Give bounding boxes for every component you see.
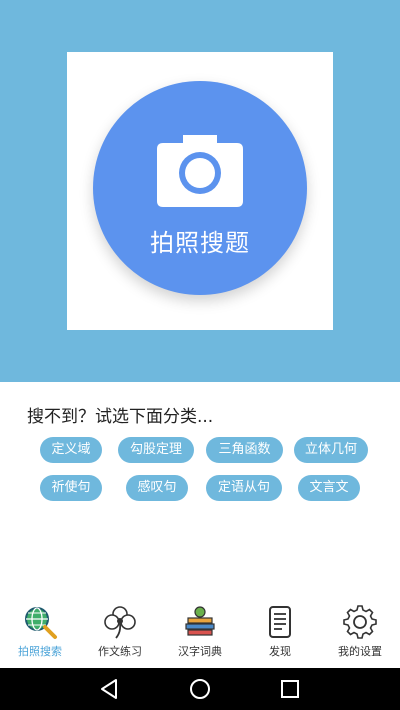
system-nav-bar — [0, 668, 400, 710]
app-root: 拍照搜题 搜不到？试选下面分类... 定义域 勾股定理 三角函数 立体几何 祈使… — [0, 0, 400, 710]
tab-chinese-dictionary[interactable]: 汉字词典 — [160, 598, 240, 660]
photo-search-button[interactable]: 拍照搜题 — [93, 81, 307, 295]
hero-banner: 拍照搜题 — [0, 0, 400, 382]
category-chip[interactable]: 三角函数 — [206, 437, 283, 463]
books-icon — [185, 606, 215, 636]
photo-search-label: 拍照搜题 — [150, 229, 250, 257]
tab-label: 汉字词典 — [178, 645, 222, 658]
tab-label: 拍照搜索 — [18, 645, 62, 658]
category-chip[interactable]: 定义域 — [40, 437, 102, 463]
tab-label: 我的设置 — [338, 645, 382, 658]
category-chip[interactable]: 立体几何 — [294, 437, 368, 463]
photo-search-card: 拍照搜题 — [67, 52, 333, 330]
category-chip[interactable]: 文言文 — [298, 475, 360, 501]
recents-icon[interactable] — [278, 677, 302, 701]
tab-discover[interactable]: 发现 — [240, 598, 320, 660]
tab-label: 作文练习 — [98, 645, 142, 658]
gear-icon — [343, 605, 377, 639]
category-chip[interactable]: 祈使句 — [40, 475, 102, 501]
camera-icon — [157, 135, 243, 207]
tab-label: 发现 — [269, 645, 291, 658]
category-chip[interactable]: 感叹句 — [126, 475, 188, 501]
bottom-tab-bar: 拍照搜索 作文练习 汉字词典 发现 我的设置 — [0, 598, 400, 660]
clover-icon — [104, 606, 136, 639]
category-prompt: 搜不到？试选下面分类... — [27, 407, 214, 427]
tab-my-settings[interactable]: 我的设置 — [320, 598, 400, 660]
category-chip[interactable]: 勾股定理 — [118, 437, 194, 463]
home-icon[interactable] — [188, 677, 212, 701]
document-icon — [269, 606, 291, 638]
back-icon[interactable] — [98, 677, 122, 701]
tab-essay-practice[interactable]: 作文练习 — [80, 598, 160, 660]
globe-search-icon — [25, 607, 57, 639]
tab-photo-search[interactable]: 拍照搜索 — [0, 598, 80, 660]
category-chip[interactable]: 定语从句 — [206, 475, 282, 501]
